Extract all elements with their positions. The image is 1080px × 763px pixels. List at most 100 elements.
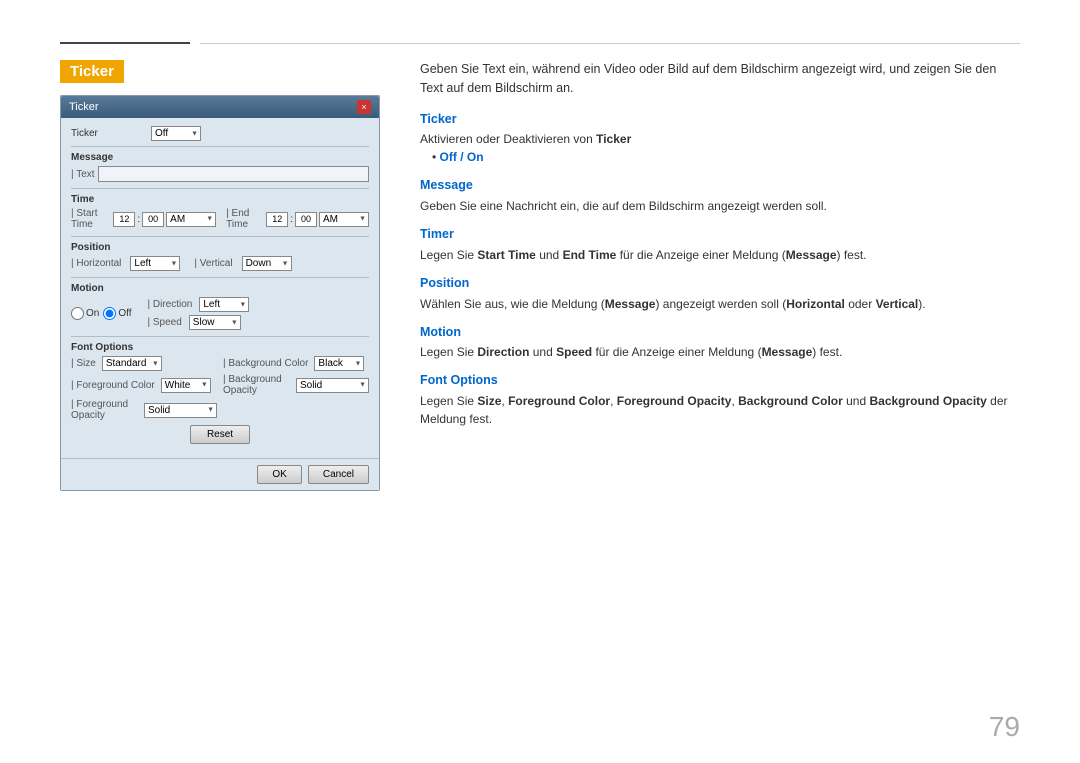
motion-radio-group: On Off xyxy=(71,307,132,320)
ok-button[interactable]: OK xyxy=(257,465,301,484)
direction-select-wrap[interactable]: Left Right xyxy=(199,297,249,312)
left-panel: Ticker Ticker × Ticker Off On xyxy=(60,60,390,723)
end-ampm-select[interactable]: AM PM xyxy=(319,212,369,227)
size-row: | Size Standard Small Large xyxy=(71,356,217,371)
end-ampm-wrap[interactable]: AM PM xyxy=(319,212,369,227)
ticker-select[interactable]: Off On xyxy=(151,126,201,141)
bg-color-select-wrap[interactable]: Black White Red xyxy=(314,356,364,371)
rule-long xyxy=(200,43,1020,44)
desc-font-options: Font Options Legen Sie Size, Foreground … xyxy=(420,371,1020,428)
motion-on-input[interactable] xyxy=(71,307,84,320)
direction-row: | Direction Left Right xyxy=(148,297,250,312)
desc-motion-text: Legen Sie Direction und Speed für die An… xyxy=(420,343,1020,361)
divider-5 xyxy=(71,336,369,337)
start-ampm-select[interactable]: AM PM xyxy=(166,212,216,227)
fg-opacity-label: | Foreground Opacity xyxy=(71,399,138,421)
text-label: | Text xyxy=(71,169,95,180)
start-min[interactable] xyxy=(142,212,164,227)
motion-on-radio[interactable]: On xyxy=(71,307,99,320)
top-rules xyxy=(60,42,1020,44)
ticker-row: Ticker Off On xyxy=(71,126,369,141)
desc-font-options-text: Legen Sie Size, Foreground Color, Foregr… xyxy=(420,392,1020,428)
motion-off-radio[interactable]: Off xyxy=(103,307,131,320)
size-select-wrap[interactable]: Standard Small Large xyxy=(102,356,162,371)
bg-opacity-select-wrap[interactable]: Solid Transparent xyxy=(296,378,369,393)
direction-label: | Direction xyxy=(148,299,193,310)
fg-color-label: | Foreground Color xyxy=(71,380,155,391)
desc-position-heading: Position xyxy=(420,274,1020,293)
position-section: Position | Horizontal Left Right Center … xyxy=(71,242,369,271)
time-section: Time | Start Time : AM PM xyxy=(71,194,369,230)
speed-select-wrap[interactable]: Slow Normal Fast xyxy=(189,315,241,330)
text-input[interactable] xyxy=(98,166,369,182)
desc-ticker-text: Aktivieren oder Deaktivieren von Ticker xyxy=(420,130,1020,148)
text-row: | Text xyxy=(71,166,369,182)
reset-button[interactable]: Reset xyxy=(190,425,250,444)
right-panel: Geben Sie Text ein, während ein Video od… xyxy=(420,60,1020,723)
desc-ticker: Ticker Aktivieren oder Deaktivieren von … xyxy=(420,110,1020,167)
section-title: Ticker xyxy=(60,60,124,83)
direction-select[interactable]: Left Right xyxy=(199,297,249,312)
size-label: | Size xyxy=(71,358,96,369)
dialog-titlebar: Ticker × xyxy=(61,96,379,118)
desc-ticker-bullet: • Off / On xyxy=(420,148,1020,166)
desc-timer-heading: Timer xyxy=(420,225,1020,244)
motion-section: Motion On Off xyxy=(71,283,369,330)
speed-select[interactable]: Slow Normal Fast xyxy=(189,315,241,330)
motion-off-label: Off xyxy=(118,308,131,319)
cancel-button[interactable]: Cancel xyxy=(308,465,369,484)
font-options-label: Font Options xyxy=(71,342,369,353)
size-select[interactable]: Standard Small Large xyxy=(102,356,162,371)
end-hour[interactable] xyxy=(266,212,288,227)
desc-message: Message Geben Sie eine Nachricht ein, di… xyxy=(420,176,1020,215)
desc-motion-heading: Motion xyxy=(420,323,1020,342)
bg-opacity-select[interactable]: Solid Transparent xyxy=(296,378,369,393)
start-hour[interactable] xyxy=(113,212,135,227)
motion-row: On Off | Direction xyxy=(71,297,369,330)
dialog: Ticker × Ticker Off On Me xyxy=(60,95,380,491)
fg-opacity-select-wrap[interactable]: Solid Transparent xyxy=(144,403,217,418)
message-section-label: Message xyxy=(71,152,369,163)
dialog-close-button[interactable]: × xyxy=(357,100,371,114)
rule-short xyxy=(60,42,190,44)
horizontal-select-wrap[interactable]: Left Right Center xyxy=(130,256,180,271)
speed-row: | Speed Slow Normal Fast xyxy=(148,315,250,330)
motion-off-input[interactable] xyxy=(103,307,116,320)
intro-text: Geben Sie Text ein, während ein Video od… xyxy=(420,60,1020,98)
end-colon: : xyxy=(290,214,293,225)
page-number: 79 xyxy=(989,711,1020,743)
dialog-title: Ticker xyxy=(69,101,99,113)
divider-2 xyxy=(71,188,369,189)
end-min[interactable] xyxy=(295,212,317,227)
horizontal-select[interactable]: Left Right Center xyxy=(130,256,180,271)
end-time-box: : AM PM xyxy=(266,212,369,227)
horizontal-label: | Horizontal xyxy=(71,258,121,269)
fg-opacity-select[interactable]: Solid Transparent xyxy=(144,403,217,418)
fg-color-select-wrap[interactable]: White Black Red xyxy=(161,378,211,393)
fg-color-select[interactable]: White Black Red xyxy=(161,378,211,393)
fg-color-row: | Foreground Color White Black Red xyxy=(71,374,217,396)
ticker-select-wrap[interactable]: Off On xyxy=(151,126,201,141)
motion-controls: | Direction Left Right | Speed xyxy=(148,297,250,330)
desc-position-text: Wählen Sie aus, wie die Meldung (Message… xyxy=(420,295,1020,313)
bg-color-select[interactable]: Black White Red xyxy=(314,356,364,371)
divider-4 xyxy=(71,277,369,278)
desc-message-heading: Message xyxy=(420,176,1020,195)
desc-position: Position Wählen Sie aus, wie die Meldung… xyxy=(420,274,1020,313)
font-options-section: Font Options | Size Standard Small Large xyxy=(71,342,369,444)
ticker-field-label: Ticker xyxy=(71,128,151,139)
bg-opacity-row: | Background Opacity Solid Transparent xyxy=(223,374,369,396)
start-time-box: : AM PM xyxy=(113,212,216,227)
vertical-select[interactable]: Down Up Middle xyxy=(242,256,292,271)
motion-on-label: On xyxy=(86,308,99,319)
time-row: | Start Time : AM PM xyxy=(71,208,369,230)
start-ampm-wrap[interactable]: AM PM xyxy=(166,212,216,227)
divider-3 xyxy=(71,236,369,237)
desc-font-options-heading: Font Options xyxy=(420,371,1020,390)
main-content: Ticker Ticker × Ticker Off On xyxy=(60,60,1020,723)
desc-message-text: Geben Sie eine Nachricht ein, die auf de… xyxy=(420,197,1020,215)
fg-opacity-row: | Foreground Opacity Solid Transparent xyxy=(71,399,217,421)
vertical-select-wrap[interactable]: Down Up Middle xyxy=(242,256,292,271)
divider-1 xyxy=(71,146,369,147)
font-grid: | Size Standard Small Large | xyxy=(71,356,369,421)
